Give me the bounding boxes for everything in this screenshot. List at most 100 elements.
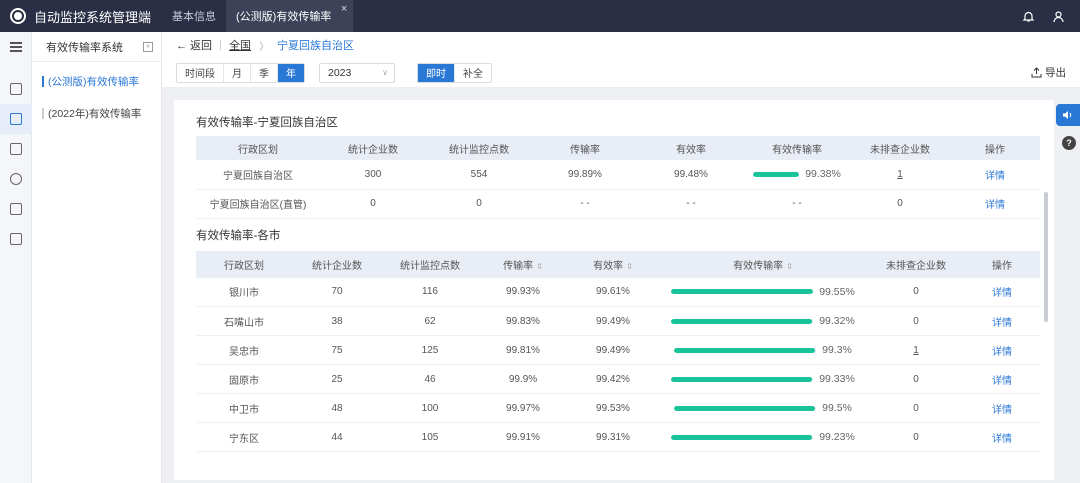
sidebar-item-beta-rate[interactable]: (公测版)有效传输率 xyxy=(32,68,161,94)
tab-basic-info[interactable]: 基本信息 xyxy=(162,0,226,32)
cell-action: 详情 xyxy=(950,189,1040,219)
tab-label: 基本信息 xyxy=(172,11,216,23)
period-quarter-button[interactable]: 季 xyxy=(251,63,278,82)
unchecked-value: 0 xyxy=(913,373,919,385)
col-valid: 有效率 xyxy=(676,144,706,156)
rail-item-grid[interactable] xyxy=(0,194,32,224)
progress-fill xyxy=(671,289,813,295)
effective-progress: 99.55% xyxy=(658,286,868,298)
cell-effective: 99.23% xyxy=(658,422,868,452)
cell-valid: 99.61% xyxy=(568,277,658,307)
cell-valid: - - xyxy=(638,189,744,219)
detail-link[interactable]: 详情 xyxy=(992,288,1012,299)
breadcrumb-root[interactable]: 全国 xyxy=(229,37,251,53)
mode-complete-button[interactable]: 补全 xyxy=(455,63,491,82)
progress-value: 99.5% xyxy=(822,402,852,414)
cell-region: 石嘴山市 xyxy=(196,306,292,336)
city-table: 行政区划 统计企业数 统计监控点数 传输率 ⇕ 有效率 ⇕ 有效传输率 ⇕ 未排查企业… xyxy=(196,250,1040,452)
table-header-row: 行政区划 统计企业数 统计监控点数 传输率 有效率 有效传输率 未排查企业数 操… xyxy=(196,136,1040,160)
rail-item-chart[interactable] xyxy=(0,104,32,134)
cell-valid: 99.42% xyxy=(568,364,658,394)
progress-track xyxy=(671,434,814,440)
progress-fill xyxy=(674,347,816,353)
close-icon[interactable]: × xyxy=(341,3,347,15)
cell-region: 宁东区 xyxy=(196,422,292,452)
rail-item-search-doc[interactable] xyxy=(0,134,32,164)
grid-icon xyxy=(10,203,22,215)
period-month-button[interactable]: 月 xyxy=(224,63,251,82)
back-button[interactable]: ← 返回 xyxy=(176,37,212,53)
detail-link[interactable]: 详情 xyxy=(985,200,1005,211)
rail-item-target[interactable] xyxy=(0,164,32,194)
target-icon xyxy=(10,173,22,185)
progress-fill xyxy=(671,376,813,382)
progress-track xyxy=(671,289,814,295)
col-valid[interactable]: 有效率 ⇕ xyxy=(568,251,658,278)
sidebar-item-2022-rate[interactable]: (2022年)有效传输率 xyxy=(32,100,161,126)
bell-icon[interactable] xyxy=(1020,8,1036,24)
unchecked-link[interactable]: 1 xyxy=(913,345,919,356)
export-icon xyxy=(1031,67,1042,78)
monitor-icon xyxy=(10,83,22,95)
chevron-down-icon: ∨ xyxy=(382,68,388,77)
tab-label: (公测版)有效传输率 xyxy=(236,11,332,23)
detail-link[interactable]: 详情 xyxy=(992,434,1012,445)
col-action: 操作 xyxy=(992,260,1012,272)
item-indicator xyxy=(42,107,44,119)
period-range-button[interactable]: 时间段 xyxy=(177,63,224,82)
progress-track xyxy=(753,171,800,177)
tab-effective-rate[interactable]: (公测版)有效传输率 × xyxy=(226,0,354,32)
rail-item-list[interactable] xyxy=(0,224,32,254)
sidebar-item-label: (2022年)有效传输率 xyxy=(48,107,142,120)
unchecked-link[interactable]: 1 xyxy=(897,169,903,180)
province-table: 行政区划 统计企业数 统计监控点数 传输率 有效率 有效传输率 未排查企业数 操… xyxy=(196,136,1040,219)
table-row: 石嘴山市 38 62 99.83% 99.49% 99.32% 0 详情 xyxy=(196,306,1040,336)
progress-fill xyxy=(753,171,799,177)
detail-link[interactable]: 详情 xyxy=(992,347,1012,358)
year-select[interactable]: 2023 ∨ xyxy=(319,62,395,83)
table-header-row: 行政区划 统计企业数 统计监控点数 传输率 ⇕ 有效率 ⇕ 有效传输率 ⇕ 未排查企业… xyxy=(196,250,1040,278)
detail-link[interactable]: 详情 xyxy=(992,376,1012,387)
collapse-icon[interactable]: « xyxy=(143,41,153,52)
cell-valid: 99.49% xyxy=(568,306,658,336)
cell-unchecked: 0 xyxy=(868,422,964,452)
table-row: 固原市 25 46 99.9% 99.42% 99.33% 0 详情 xyxy=(196,364,1040,394)
menu-toggle[interactable] xyxy=(0,32,32,62)
period-selector: 时间段 月 季 年 xyxy=(176,62,305,83)
volume-icon xyxy=(1063,111,1072,119)
cell-transmission: 99.83% xyxy=(478,306,568,336)
progress-value: 99.38% xyxy=(805,168,841,181)
detail-link[interactable]: 详情 xyxy=(985,171,1005,182)
col-effective[interactable]: 有效传输率 ⇕ xyxy=(658,251,868,278)
search-doc-icon xyxy=(10,143,22,155)
user-icon[interactable] xyxy=(1050,8,1066,24)
col-transmission[interactable]: 传输率 ⇕ xyxy=(478,251,568,278)
mode-realtime-button[interactable]: 即时 xyxy=(418,63,455,82)
col-points: 统计监控点数 xyxy=(449,144,509,156)
export-button[interactable]: 导出 xyxy=(1031,65,1066,80)
cell-action: 详情 xyxy=(950,160,1040,190)
period-year-button[interactable]: 年 xyxy=(278,63,304,82)
help-button[interactable]: ? xyxy=(1062,136,1076,150)
detail-link[interactable]: 详情 xyxy=(992,405,1012,416)
cell-effective: 99.3% xyxy=(658,335,868,365)
col-unchecked: 未排查企业数 xyxy=(870,144,930,156)
cell-valid: 99.49% xyxy=(568,335,658,365)
cell-unchecked: 0 xyxy=(868,364,964,394)
volume-button[interactable] xyxy=(1056,104,1080,126)
effective-progress: 99.38% xyxy=(744,168,850,180)
sort-icon: ⇕ xyxy=(786,261,793,271)
rail-item-monitor[interactable] xyxy=(0,74,32,104)
logo-icon xyxy=(10,8,26,24)
progress-track xyxy=(671,318,814,324)
province-section-title: 有效传输率-宁夏回族自治区 xyxy=(196,117,338,129)
cell-companies: 44 xyxy=(292,422,382,452)
cell-points: 62 xyxy=(382,306,478,336)
col-action: 操作 xyxy=(985,144,1005,156)
cell-points: 100 xyxy=(382,393,478,423)
cell-transmission: - - xyxy=(532,189,638,219)
progress-track xyxy=(674,405,817,411)
cell-unchecked: 0 xyxy=(868,393,964,423)
detail-link[interactable]: 详情 xyxy=(992,318,1012,329)
scrollbar[interactable] xyxy=(1044,192,1048,322)
